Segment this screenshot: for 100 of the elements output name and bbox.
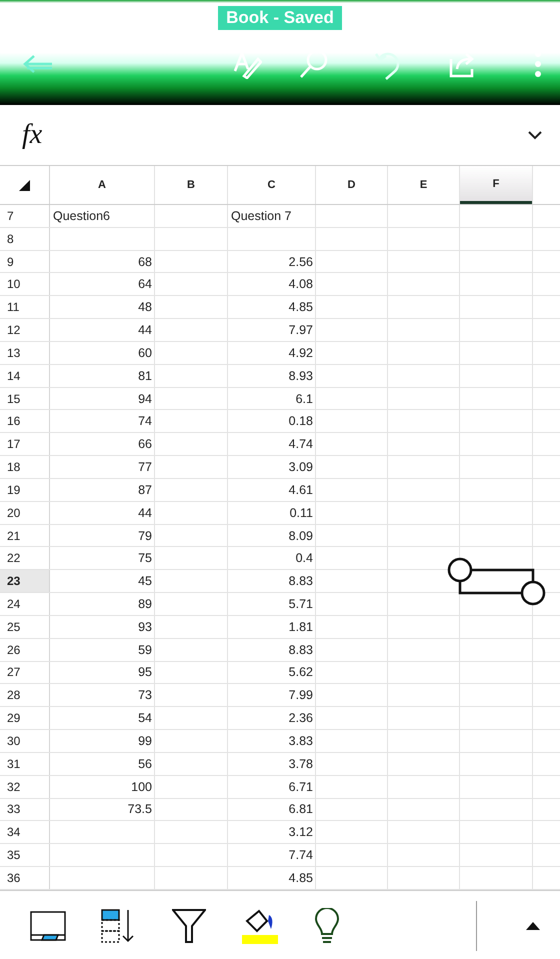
table-cell: 87 <box>138 482 152 497</box>
table-cell: 100 <box>131 780 152 794</box>
table-cell: 95 <box>138 665 152 680</box>
row-header[interactable]: 14 <box>0 364 49 387</box>
row-header[interactable]: 26 <box>0 638 49 661</box>
table-cell: 81 <box>138 368 152 383</box>
table-cell: Question 7 <box>231 208 292 223</box>
row-header[interactable]: 11 <box>0 296 49 318</box>
table-cell: 79 <box>138 528 152 542</box>
column-header[interactable]: A <box>50 166 154 204</box>
table-cell: 4.92 <box>288 346 313 360</box>
row-header[interactable]: 7 <box>0 205 49 227</box>
table-cell: 44 <box>138 506 152 520</box>
table-cell: 8.83 <box>288 642 313 657</box>
table-cell: 93 <box>138 620 152 634</box>
table-cell: 44 <box>138 323 152 338</box>
row-header[interactable]: 36 <box>0 867 49 889</box>
row-header[interactable]: 13 <box>0 342 49 364</box>
table-cell: 0.11 <box>290 506 313 520</box>
table-cell: 3.83 <box>288 734 313 748</box>
selection-handles[interactable] <box>446 556 547 608</box>
row-header[interactable]: 17 <box>0 433 49 456</box>
table-cell: 54 <box>138 711 152 726</box>
table-cell: 8.93 <box>288 368 313 383</box>
row-header[interactable]: 15 <box>0 388 49 410</box>
table-cell: 48 <box>138 300 152 314</box>
table-cell: 77 <box>138 460 152 474</box>
table-cell: 6.71 <box>288 780 313 794</box>
row-header[interactable]: 29 <box>0 707 49 730</box>
column-header[interactable]: D <box>316 166 387 204</box>
chevron-down-icon[interactable] <box>528 130 542 140</box>
table-cell: 8.09 <box>288 528 313 542</box>
row-header[interactable]: 8 <box>0 228 49 250</box>
lightbulb-icon[interactable] <box>314 908 340 944</box>
table-cell: 1.81 <box>288 620 313 634</box>
column-header[interactable]: B <box>155 166 227 204</box>
row-header[interactable]: 33 <box>0 798 49 820</box>
select-all-icon[interactable] <box>19 180 30 190</box>
row-header[interactable]: 35 <box>0 844 49 866</box>
table-cell: 60 <box>138 346 152 360</box>
row-header[interactable]: 12 <box>0 319 49 341</box>
row-header[interactable]: 23 <box>0 570 49 592</box>
row-header[interactable]: 24 <box>0 593 49 615</box>
table-cell: 2.56 <box>288 254 313 269</box>
table-cell: 68 <box>138 254 152 269</box>
row-header[interactable]: 28 <box>0 684 49 706</box>
row-header[interactable]: 16 <box>0 410 49 432</box>
formula-label: fx <box>22 119 42 151</box>
table-cell: 8.83 <box>288 574 313 588</box>
table-cell: 4.74 <box>288 437 313 452</box>
row-header[interactable]: 21 <box>0 524 49 546</box>
table-cell: 4.08 <box>288 277 313 292</box>
table-cell: 0.18 <box>288 414 313 428</box>
table-cell: 89 <box>138 596 152 611</box>
table-cell: 56 <box>138 756 152 771</box>
table-cell: 3.12 <box>288 825 313 840</box>
table-cell: 99 <box>138 734 152 748</box>
table-cell: 7.99 <box>288 688 313 702</box>
row-header[interactable]: 18 <box>0 456 49 478</box>
row-header[interactable]: 10 <box>0 273 49 296</box>
table-cell: 66 <box>138 437 152 452</box>
table-cell: 73.5 <box>128 802 152 816</box>
table-cell: 0.4 <box>296 551 313 566</box>
table-cell: 5.62 <box>288 665 313 680</box>
row-header[interactable]: 20 <box>0 502 49 524</box>
table-cell: 2.36 <box>288 711 313 726</box>
row-header[interactable]: 30 <box>0 730 49 752</box>
table-cell: 7.97 <box>288 323 313 338</box>
sheet-view-icon[interactable] <box>30 910 66 941</box>
row-header[interactable]: 31 <box>0 752 49 775</box>
table-cell: 5.71 <box>288 596 313 611</box>
window-title: Book - Saved <box>218 6 342 30</box>
table-cell: 75 <box>138 551 152 566</box>
fill-color-icon[interactable] <box>241 906 279 945</box>
column-header[interactable]: C <box>228 166 315 204</box>
table-cell: 4.85 <box>288 300 313 314</box>
table-cell: 7.74 <box>288 848 313 862</box>
table-cell: 6.1 <box>296 392 313 406</box>
table-cell: 64 <box>138 277 152 292</box>
table-cell: 94 <box>138 392 152 406</box>
filter-icon[interactable] <box>172 908 206 943</box>
row-header[interactable]: 25 <box>0 616 49 638</box>
table-cell: 6.81 <box>288 802 313 816</box>
table-cell: 59 <box>138 642 152 657</box>
row-header[interactable]: 9 <box>0 250 49 272</box>
table-cell: 74 <box>138 414 152 428</box>
table-cell: 73 <box>138 688 152 702</box>
table-cell: Question6 <box>53 208 110 223</box>
caret-up-icon[interactable] <box>526 922 540 930</box>
table-cell: 4.85 <box>288 870 313 885</box>
table-cell: 3.09 <box>288 460 313 474</box>
column-header[interactable]: E <box>388 166 459 204</box>
row-header[interactable]: 34 <box>0 821 49 844</box>
row-header[interactable]: 22 <box>0 547 49 570</box>
table-cell: 4.61 <box>288 482 313 497</box>
table-cell: 45 <box>138 574 152 588</box>
row-header[interactable]: 27 <box>0 662 49 684</box>
row-header[interactable]: 32 <box>0 776 49 798</box>
row-header[interactable]: 19 <box>0 478 49 501</box>
table-cell: 3.78 <box>288 756 313 771</box>
